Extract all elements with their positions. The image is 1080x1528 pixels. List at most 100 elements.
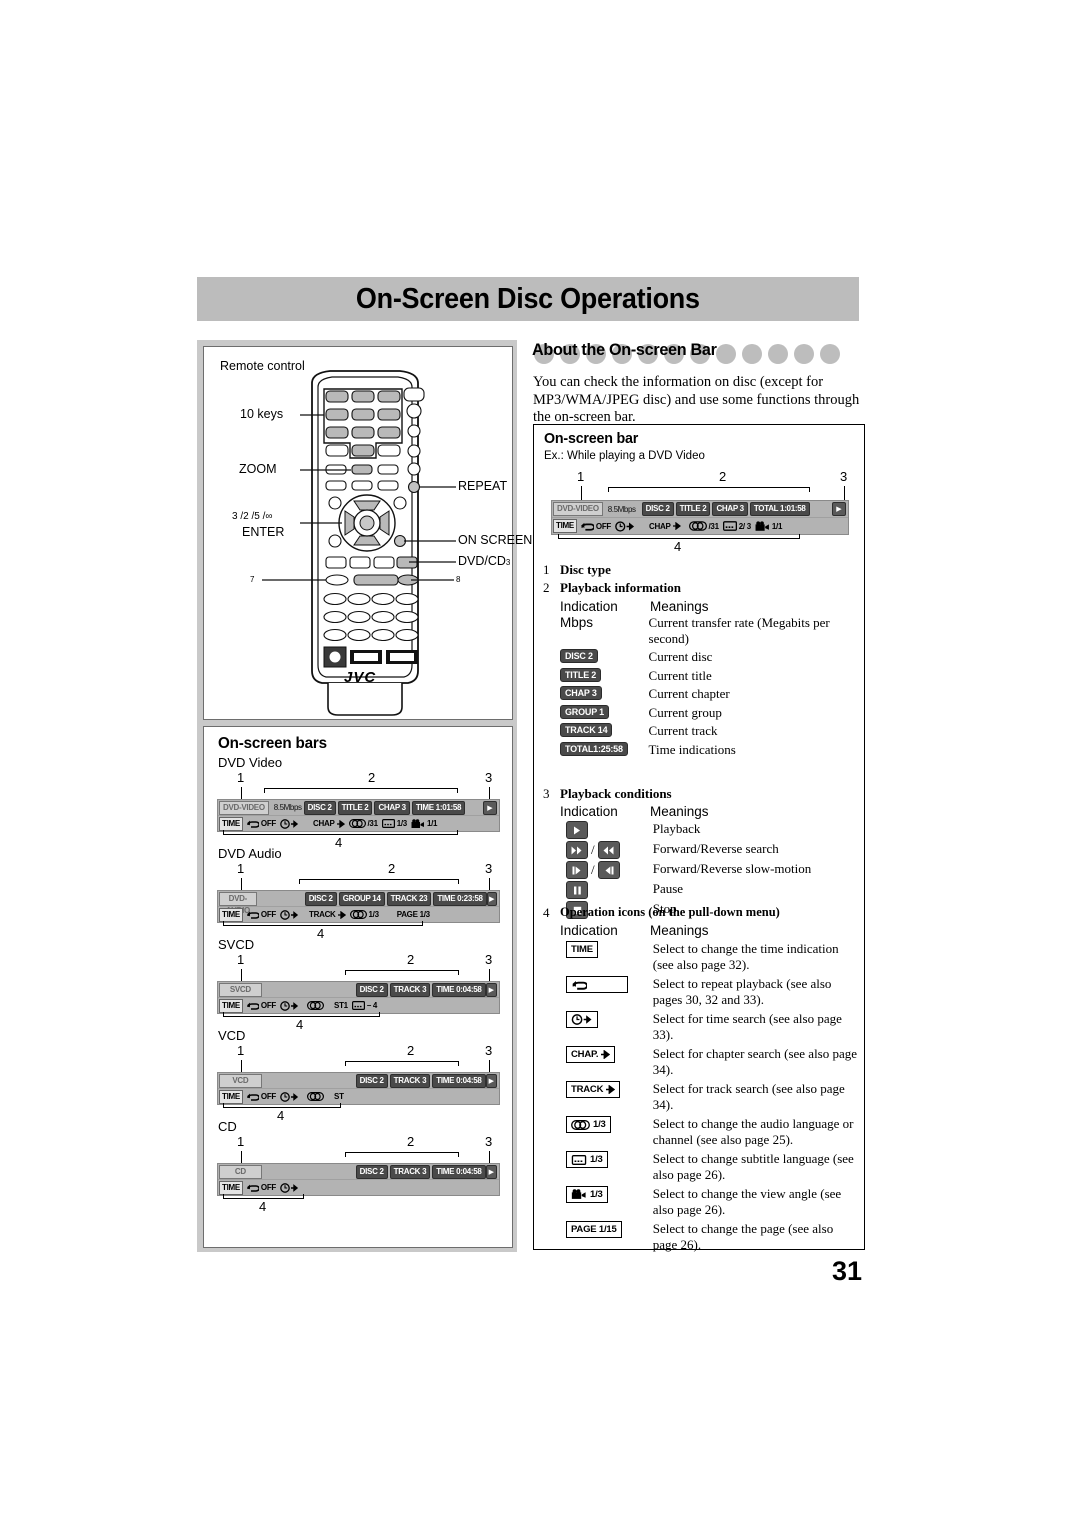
time-search-menu-icon bbox=[615, 520, 635, 532]
leader-line bbox=[340, 1103, 341, 1108]
on-screen-bars-heading: On-screen bars bbox=[218, 735, 327, 752]
time-chip: TIME 0:23:58 bbox=[433, 891, 487, 906]
audio-icon bbox=[348, 819, 366, 828]
bar-row-top: DVD-VIDEO 8.5Mbps DISC 2 TITLE 2 CHAP 3 … bbox=[218, 800, 499, 816]
table-row: TRACK 14 Current track bbox=[560, 723, 860, 739]
meaning-cell: Select to change the audio language or c… bbox=[652, 1116, 854, 1147]
repeat-icon bbox=[580, 522, 594, 531]
leader-line bbox=[223, 921, 224, 926]
arrow-right-icon bbox=[672, 522, 681, 530]
slash-separator: / bbox=[591, 862, 595, 877]
audio-icon bbox=[688, 521, 707, 531]
time-search-menu-icon bbox=[280, 818, 299, 829]
table-row: / Forward/Reverse search bbox=[560, 841, 860, 859]
forward-slow-icon bbox=[566, 861, 588, 879]
playback-conditions-table: Indication Meanings Playback / Forward/R… bbox=[560, 804, 860, 920]
track-search-label: TRACK bbox=[571, 1084, 604, 1095]
brace-line bbox=[264, 788, 458, 789]
bar-marker-1-svcd: 1 bbox=[237, 952, 245, 967]
indication-cell: CHAP. bbox=[560, 1046, 653, 1063]
chapter-search-label: CHAP bbox=[313, 819, 335, 828]
bar-row-top: CD DISC 2 TRACK 3 TIME 0:04:58 ▶ bbox=[218, 1164, 499, 1180]
bar-marker-1-cd: 1 bbox=[237, 1134, 245, 1149]
angle-icon bbox=[411, 818, 424, 828]
time-search-icon bbox=[280, 818, 299, 829]
repeat-state: OFF bbox=[260, 1183, 277, 1192]
meaning-cell: Select to change the page (see also page… bbox=[652, 1221, 834, 1252]
leader-line bbox=[264, 788, 265, 793]
meaning-cell: Current disc bbox=[648, 649, 713, 664]
repeat-menu-icon: OFF bbox=[246, 1183, 276, 1192]
audio-value: 1/3 bbox=[593, 1119, 606, 1130]
section-title: Playback information bbox=[560, 580, 681, 595]
track-search-icon: TRACK bbox=[566, 1081, 621, 1098]
on-screen-bar-vcd: VCD DISC 2 TRACK 3 TIME 0:04:58 ▶ TIME O… bbox=[217, 1072, 500, 1105]
arrow-right-icon bbox=[606, 1085, 616, 1094]
bar-label-dvd-audio: DVD Audio bbox=[218, 846, 282, 861]
audio-icon bbox=[307, 1092, 325, 1101]
angle-icon bbox=[755, 520, 769, 531]
bar-marker-3-vcd: 3 bbox=[485, 1043, 493, 1058]
slash-separator: / bbox=[591, 842, 595, 857]
title-tag: TITLE 2 bbox=[560, 667, 602, 682]
chapter-chip: CHAP 3 bbox=[712, 502, 748, 516]
bar-marker-2-cd: 2 bbox=[407, 1134, 415, 1149]
time-menu-icon: TIME bbox=[219, 1180, 243, 1195]
repeat-icon bbox=[566, 976, 628, 993]
chapter-search-menu-icon: CHAP bbox=[649, 522, 681, 531]
bar-label-vcd: VCD bbox=[218, 1028, 246, 1043]
disc-type-chip: DVD-VIDEO bbox=[219, 800, 269, 815]
time-search-icon bbox=[615, 520, 635, 532]
audio-value: 1/3 bbox=[368, 910, 380, 919]
table-row: PAGE 1/15 Select to change the page (see… bbox=[560, 1221, 860, 1252]
disc-chip: DISC 2 bbox=[303, 800, 336, 815]
reverse-slow-icon bbox=[597, 861, 620, 879]
track-search-menu-icon: TRACK bbox=[309, 910, 346, 919]
col-header-meanings: Meanings bbox=[650, 804, 709, 819]
indication-cell: TRACK 14 bbox=[560, 723, 649, 737]
transfer-rate: 8.5Mbps bbox=[273, 803, 302, 812]
section-title: Operation icons (on the pull-down menu) bbox=[560, 905, 780, 919]
leader-line bbox=[223, 1012, 224, 1017]
table-row: TOTAL1:25:58 Time indications bbox=[560, 741, 860, 758]
track-chip: TRACK 3 bbox=[389, 1164, 431, 1179]
indication-cell: / bbox=[560, 861, 653, 879]
repeat-menu-icon: OFF bbox=[246, 1092, 276, 1101]
playback-information-table: Indication Meanings Mbps Current transfe… bbox=[560, 599, 860, 758]
callout-dvd-cd: DVD/CD3 bbox=[458, 554, 510, 568]
audio-menu-icon: /31 bbox=[688, 521, 720, 531]
leader-line bbox=[223, 830, 224, 835]
section-number: 2 bbox=[543, 580, 550, 595]
indication-cell: PAGE 1/15 bbox=[560, 1221, 653, 1238]
meaning-cell: Current title bbox=[648, 667, 712, 683]
leader-line bbox=[241, 1151, 242, 1163]
section-number: 1 bbox=[543, 562, 550, 577]
bar-marker-1-vcd: 1 bbox=[237, 1043, 245, 1058]
time-search-menu-icon bbox=[280, 1000, 299, 1011]
chapter-search-label: CHAP. bbox=[571, 1049, 599, 1060]
callout-dvd-cd-label: DVD/CD bbox=[458, 554, 506, 568]
angle-menu-icon: 1/1 bbox=[411, 818, 438, 829]
dot-icon bbox=[820, 344, 840, 364]
example-marker-1: 1 bbox=[577, 469, 585, 484]
bar-row-top: DVD-AUDIO DISC 2 GROUP 14 TRACK 23 TIME … bbox=[218, 891, 499, 915]
table-row: 1/3 Select to change the view angle (see… bbox=[560, 1186, 860, 1217]
indication-cell: DISC 2 bbox=[560, 649, 649, 663]
disc-type-chip: SVCD bbox=[219, 982, 262, 997]
leader-line bbox=[345, 1152, 346, 1157]
callout-enter-numbers: 3 /2 /5 /∞ bbox=[232, 511, 273, 522]
angle-menu-icon: 1/1 bbox=[755, 520, 782, 532]
bar-row-menu: TIME OFF CHAP /31 1/3 1/1 bbox=[218, 816, 499, 831]
arrow-right-icon bbox=[601, 1050, 611, 1059]
leader-line bbox=[223, 1194, 224, 1199]
audio-value: /31 bbox=[708, 521, 720, 531]
subtitle-menu-icon: 2/ 3 bbox=[722, 521, 751, 531]
bar-marker-4-dvd-video: 4 bbox=[335, 835, 343, 850]
repeat-icon bbox=[246, 1002, 259, 1010]
bar-marker-4-svcd: 4 bbox=[296, 1017, 304, 1032]
audio-menu-icon: 1/3 bbox=[349, 910, 380, 919]
indication-cell: TOTAL1:25:58 bbox=[560, 741, 649, 756]
table-row: 1/3 Select to change subtitle language (… bbox=[560, 1151, 860, 1182]
repeat-state: OFF bbox=[260, 819, 277, 828]
callout-repeat: REPEAT bbox=[458, 479, 508, 493]
